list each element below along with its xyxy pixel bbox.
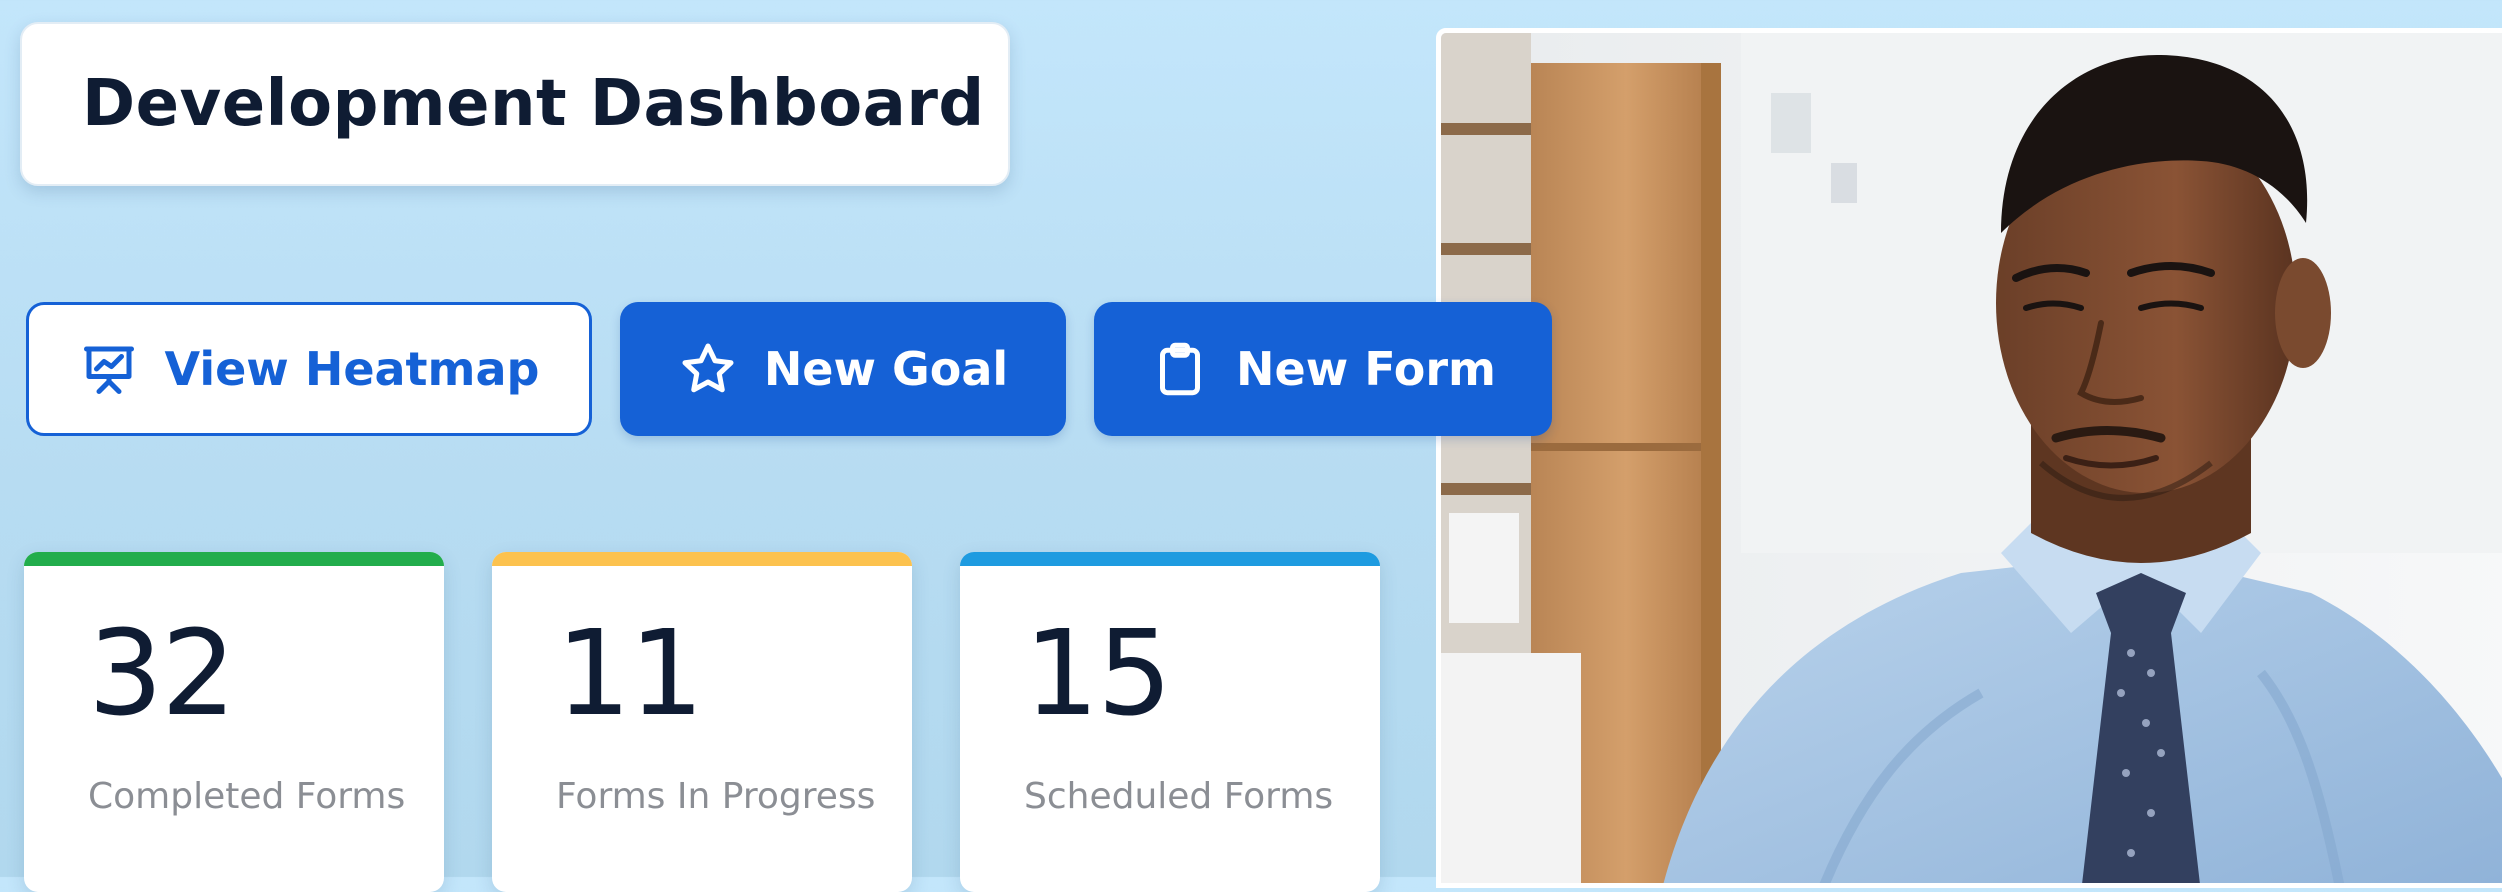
stat-accent-bar [492, 552, 912, 566]
stat-value: 32 [88, 604, 236, 742]
stat-label: Forms In Progress [556, 776, 876, 817]
stat-label: Completed Forms [88, 776, 406, 817]
new-goal-button[interactable]: New Goal [620, 302, 1066, 436]
presentation-chart-icon [79, 339, 139, 399]
stat-card-scheduled[interactable]: 15 Scheduled Forms [960, 552, 1380, 892]
stat-accent-bar [24, 552, 444, 566]
person-at-desk-photo [1436, 28, 2502, 888]
stat-card-completed[interactable]: 32 Completed Forms [24, 552, 444, 892]
clipboard-icon [1150, 339, 1210, 399]
stat-label: Scheduled Forms [1024, 776, 1334, 817]
stat-card-in-progress[interactable]: 11 Forms In Progress [492, 552, 912, 892]
new-form-button[interactable]: New Form [1094, 302, 1552, 436]
new-goal-label: New Goal [763, 342, 1009, 396]
star-icon [678, 339, 738, 399]
view-heatmap-label: View Heatmap [164, 342, 540, 396]
title-card: Development Dashboard [20, 22, 1010, 186]
stat-accent-bar [960, 552, 1380, 566]
new-form-label: New Form [1236, 342, 1496, 396]
stat-value: 15 [1024, 604, 1172, 742]
page-title: Development Dashboard [82, 67, 985, 141]
view-heatmap-button[interactable]: View Heatmap [26, 302, 592, 436]
stat-value: 11 [556, 604, 704, 742]
